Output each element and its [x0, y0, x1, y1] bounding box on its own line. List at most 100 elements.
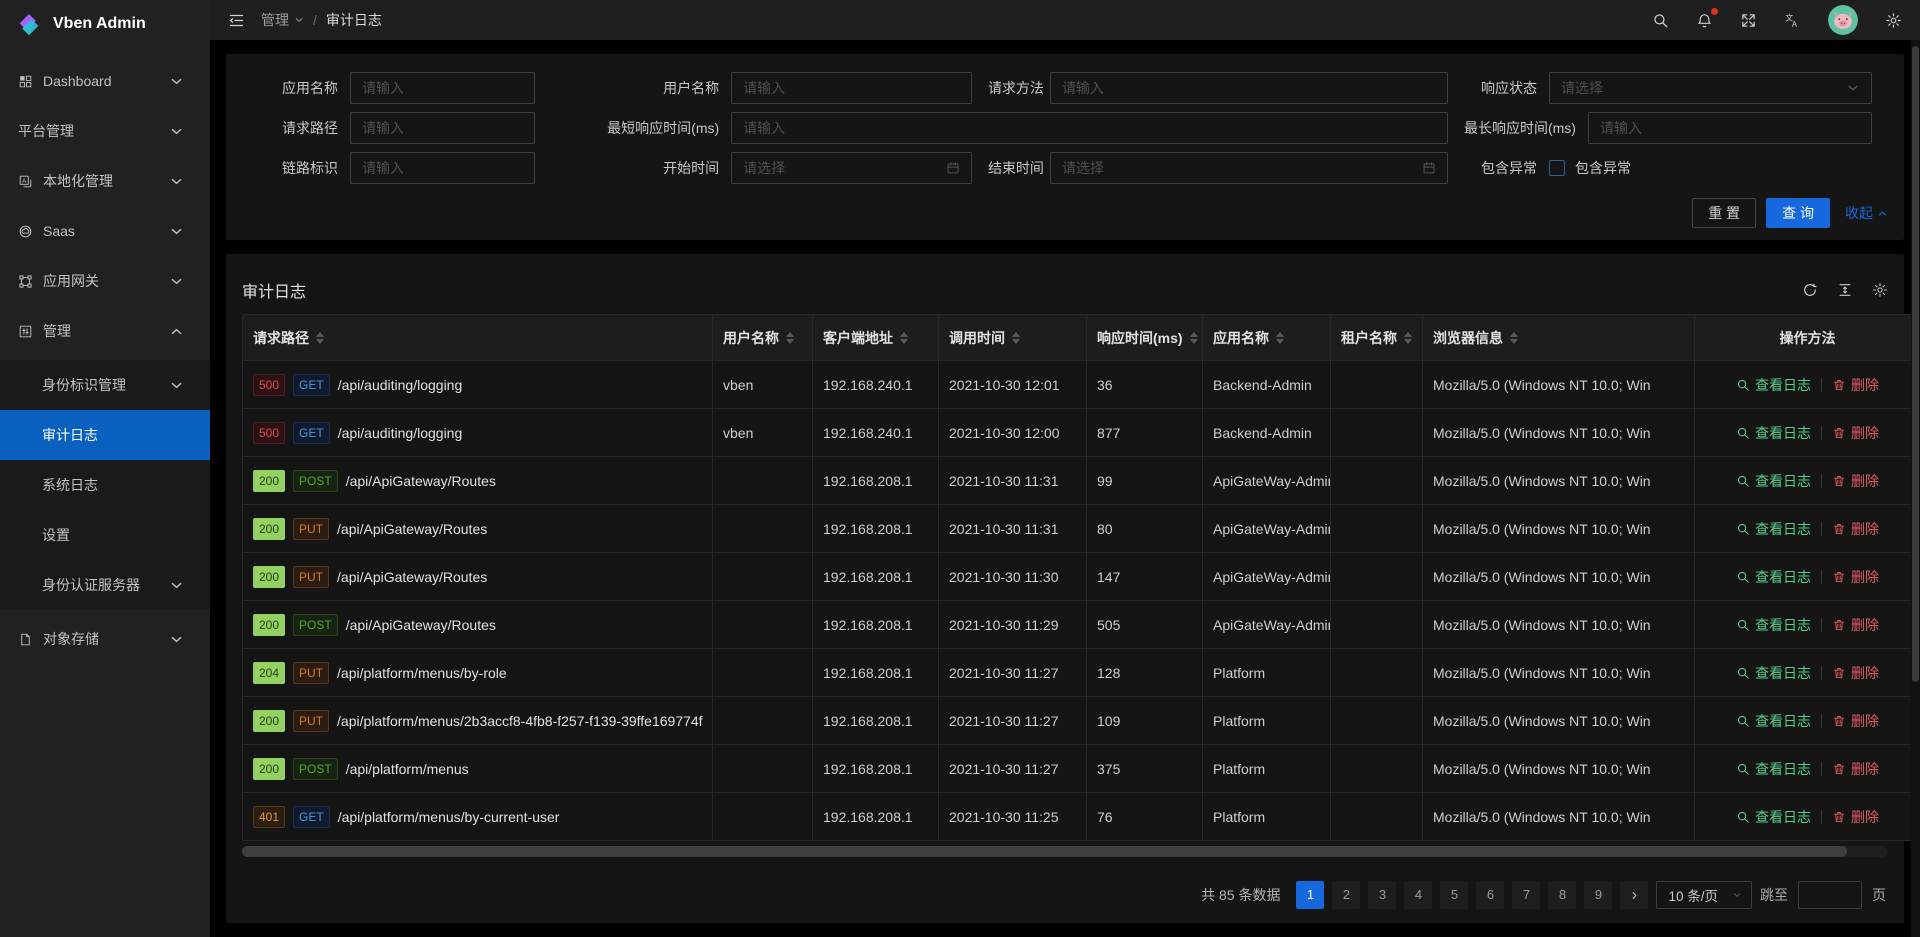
sidebar-item-saas[interactable]: Saas — [0, 210, 210, 252]
user-name-input[interactable] — [743, 80, 960, 96]
cell-user-name — [713, 793, 813, 841]
magnifier-icon — [1736, 474, 1750, 488]
sidebar-item-localization[interactable]: A本地化管理 — [0, 160, 210, 202]
app-name-input[interactable] — [362, 80, 523, 96]
sidebar-item-auth-server[interactable]: 身份认证服务器 — [0, 560, 210, 610]
page-button-2[interactable]: 2 — [1332, 881, 1360, 909]
breadcrumb-root[interactable]: 管理 — [261, 10, 304, 30]
view-log-button[interactable]: 查看日志 — [1736, 423, 1811, 443]
search-icon[interactable] — [1652, 12, 1669, 29]
delete-button[interactable]: 删除 — [1832, 711, 1879, 731]
view-log-button[interactable]: 查看日志 — [1736, 519, 1811, 539]
column-header-user-name[interactable]: 用户名称 — [713, 315, 813, 361]
page-button-3[interactable]: 3 — [1368, 881, 1396, 909]
method-badge: PUT — [293, 710, 329, 732]
view-log-button[interactable]: 查看日志 — [1736, 615, 1811, 635]
row-height-icon[interactable] — [1837, 282, 1853, 298]
view-log-button[interactable]: 查看日志 — [1736, 663, 1811, 683]
min-response-time-input[interactable] — [743, 120, 1436, 136]
notification-bell-icon[interactable] — [1696, 12, 1713, 29]
menu-fold-icon[interactable] — [228, 12, 245, 29]
end-time-picker[interactable]: 请选择 — [1050, 152, 1448, 184]
request-path-input[interactable] — [362, 120, 523, 136]
horizontal-scrollbar-thumb[interactable] — [242, 846, 1847, 857]
next-page-button[interactable] — [1620, 881, 1648, 909]
delete-button[interactable]: 删除 — [1832, 759, 1879, 779]
user-avatar[interactable] — [1828, 5, 1858, 35]
collapse-link[interactable]: 收起 — [1845, 203, 1888, 223]
request-path-field — [350, 112, 535, 144]
action-divider — [1821, 810, 1822, 824]
main-area: 管理 / 审计日志 文A 应用名称用户名称请求方法响应状态请选择请求路径最短响应… — [210, 0, 1920, 937]
sidebar-item-management[interactable]: 管理 — [0, 310, 210, 352]
fullscreen-icon[interactable] — [1740, 12, 1757, 29]
sidebar-item-identity-management[interactable]: 身份标识管理 — [0, 360, 210, 410]
delete-button[interactable]: 删除 — [1832, 807, 1879, 827]
response-status-select[interactable]: 请选择 — [1549, 72, 1872, 104]
horizontal-scrollbar[interactable] — [242, 846, 1888, 857]
cell-client-address: 192.168.208.1 — [813, 793, 939, 841]
page-size-select[interactable]: 10 条/页 — [1656, 881, 1752, 909]
page-button-6[interactable]: 6 — [1476, 881, 1504, 909]
settings-gear-icon[interactable] — [1885, 12, 1902, 29]
column-header-browser-info[interactable]: 浏览器信息 — [1423, 315, 1695, 361]
logo[interactable]: Vben Admin — [0, 0, 210, 48]
magnifier-icon — [1736, 762, 1750, 776]
delete-button[interactable]: 删除 — [1832, 375, 1879, 395]
sidebar-item-audit-logs[interactable]: 审计日志 — [0, 410, 210, 460]
sidebar-item-system-logs[interactable]: 系统日志 — [0, 460, 210, 510]
view-log-button[interactable]: 查看日志 — [1736, 711, 1811, 731]
include-exception-checkbox[interactable] — [1549, 160, 1565, 176]
cell-tenant-name — [1331, 409, 1423, 457]
sidebar-item-platform-management[interactable]: 平台管理 — [0, 110, 210, 152]
view-log-button[interactable]: 查看日志 — [1736, 375, 1811, 395]
page-button-5[interactable]: 5 — [1440, 881, 1468, 909]
column-settings-icon[interactable] — [1872, 282, 1888, 298]
sidebar-item-label: 设置 — [42, 525, 194, 545]
delete-button[interactable]: 删除 — [1832, 567, 1879, 587]
view-log-button[interactable]: 查看日志 — [1736, 759, 1811, 779]
column-header-tenant-name[interactable]: 租户名称 — [1331, 315, 1423, 361]
page-button-7[interactable]: 7 — [1512, 881, 1540, 909]
refresh-icon[interactable] — [1802, 282, 1818, 298]
sidebar-item-dashboard[interactable]: Dashboard — [0, 60, 210, 102]
column-header-response-time[interactable]: 响应时间(ms) — [1087, 315, 1203, 361]
jump-suffix: 页 — [1872, 885, 1886, 905]
field-label: 用户名称 — [551, 78, 731, 98]
delete-button[interactable]: 删除 — [1832, 663, 1879, 683]
cell-actions: 查看日志 删除 — [1695, 457, 1920, 505]
translate-icon[interactable]: 文A — [1784, 12, 1801, 29]
view-log-button[interactable]: 查看日志 — [1736, 567, 1811, 587]
vertical-scrollbar[interactable] — [1911, 40, 1920, 937]
trace-id-input[interactable] — [362, 160, 523, 176]
jump-input[interactable] — [1798, 881, 1862, 909]
search-button[interactable]: 查 询 — [1766, 198, 1830, 228]
table-title: 审计日志 — [242, 278, 306, 302]
column-header-call-time[interactable]: 调用时间 — [939, 315, 1087, 361]
cell-call-time: 2021-10-30 12:00 — [939, 409, 1087, 457]
cell-user-name — [713, 457, 813, 505]
start-time-picker[interactable]: 请选择 — [731, 152, 972, 184]
reset-button[interactable]: 重 置 — [1692, 198, 1756, 228]
page-button-8[interactable]: 8 — [1548, 881, 1576, 909]
sidebar-item-settings[interactable]: 设置 — [0, 510, 210, 560]
page-button-1[interactable]: 1 — [1296, 881, 1324, 909]
delete-button[interactable]: 删除 — [1832, 423, 1879, 443]
view-log-button[interactable]: 查看日志 — [1736, 471, 1811, 491]
sidebar-item-label: 系统日志 — [42, 475, 194, 495]
max-response-time-input[interactable] — [1600, 120, 1860, 136]
view-log-button[interactable]: 查看日志 — [1736, 807, 1811, 827]
delete-button[interactable]: 删除 — [1832, 471, 1879, 491]
delete-button[interactable]: 删除 — [1832, 615, 1879, 635]
column-header-client-address[interactable]: 客户端地址 — [813, 315, 939, 361]
column-header-request-path[interactable]: 请求路径 — [243, 315, 713, 361]
page-button-9[interactable]: 9 — [1584, 881, 1612, 909]
request-method-input[interactable] — [1062, 80, 1436, 96]
delete-button[interactable]: 删除 — [1832, 519, 1879, 539]
column-header-app-name[interactable]: 应用名称 — [1203, 315, 1331, 361]
column-label: 用户名称 — [723, 328, 779, 348]
sidebar-item-app-gateway[interactable]: 应用网关 — [0, 260, 210, 302]
page-button-4[interactable]: 4 — [1404, 881, 1432, 909]
sidebar-item-object-storage[interactable]: 对象存储 — [0, 618, 210, 660]
vertical-scrollbar-thumb[interactable] — [1912, 46, 1919, 682]
